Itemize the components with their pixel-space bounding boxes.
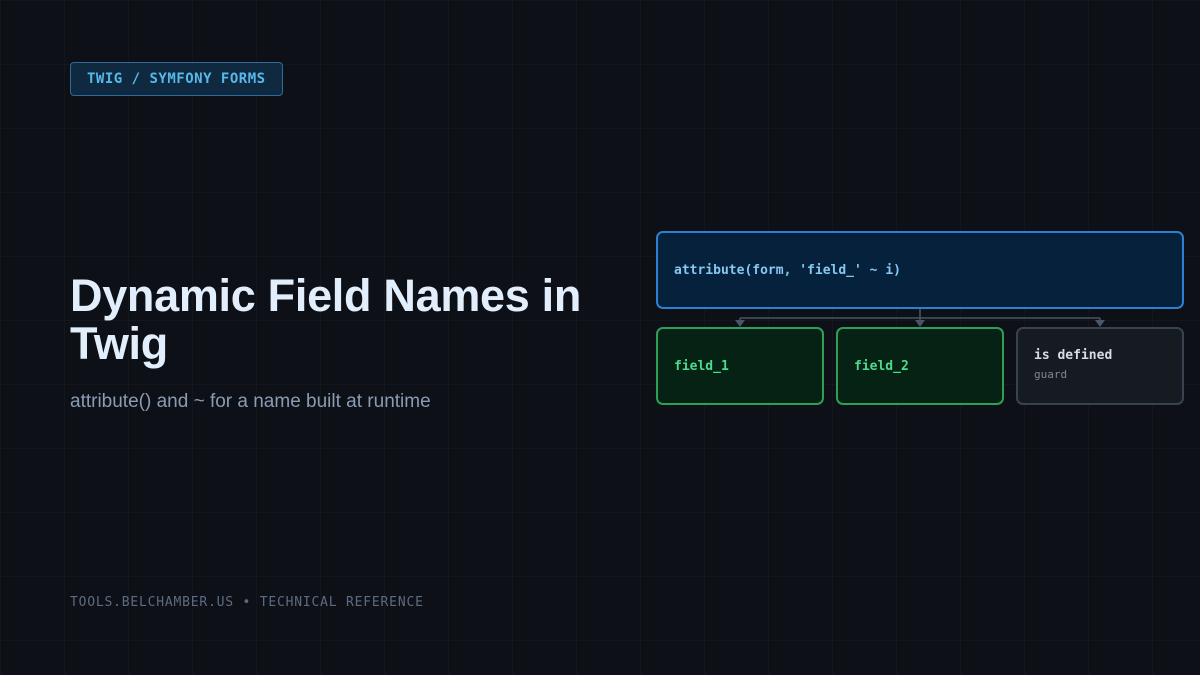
category-tag-label: TWIG / SYMFONY FORMS [87,71,266,87]
category-tag: TWIG / SYMFONY FORMS [70,62,283,96]
diagram-node-guard: is defined guard [1016,327,1184,405]
diagram-node-field-2: field_2 [836,327,1004,405]
diagram-root-node: attribute(form, 'field_' ~ i) [656,231,1184,309]
diagram-node-field-1: field_1 [656,327,824,405]
arrow-head-field-2 [915,320,925,327]
arrow-head-field-1 [735,320,745,327]
guard-node-sublabel: guard [1034,368,1068,381]
root-node-label: attribute(form, 'field_' ~ i) [674,262,901,278]
page-subtitle: attribute() and ~ for a name built at ru… [70,391,431,412]
footer-credit: TOOLS.BELCHAMBER.US • TECHNICAL REFERENC… [70,595,424,610]
guard-node-label: is defined [1034,348,1113,363]
field-2-label: field_2 [854,358,909,374]
page-title: Dynamic Field Names in Twig [70,270,582,369]
field-1-label: field_1 [674,358,729,374]
arrow-head-guard [1095,320,1105,327]
